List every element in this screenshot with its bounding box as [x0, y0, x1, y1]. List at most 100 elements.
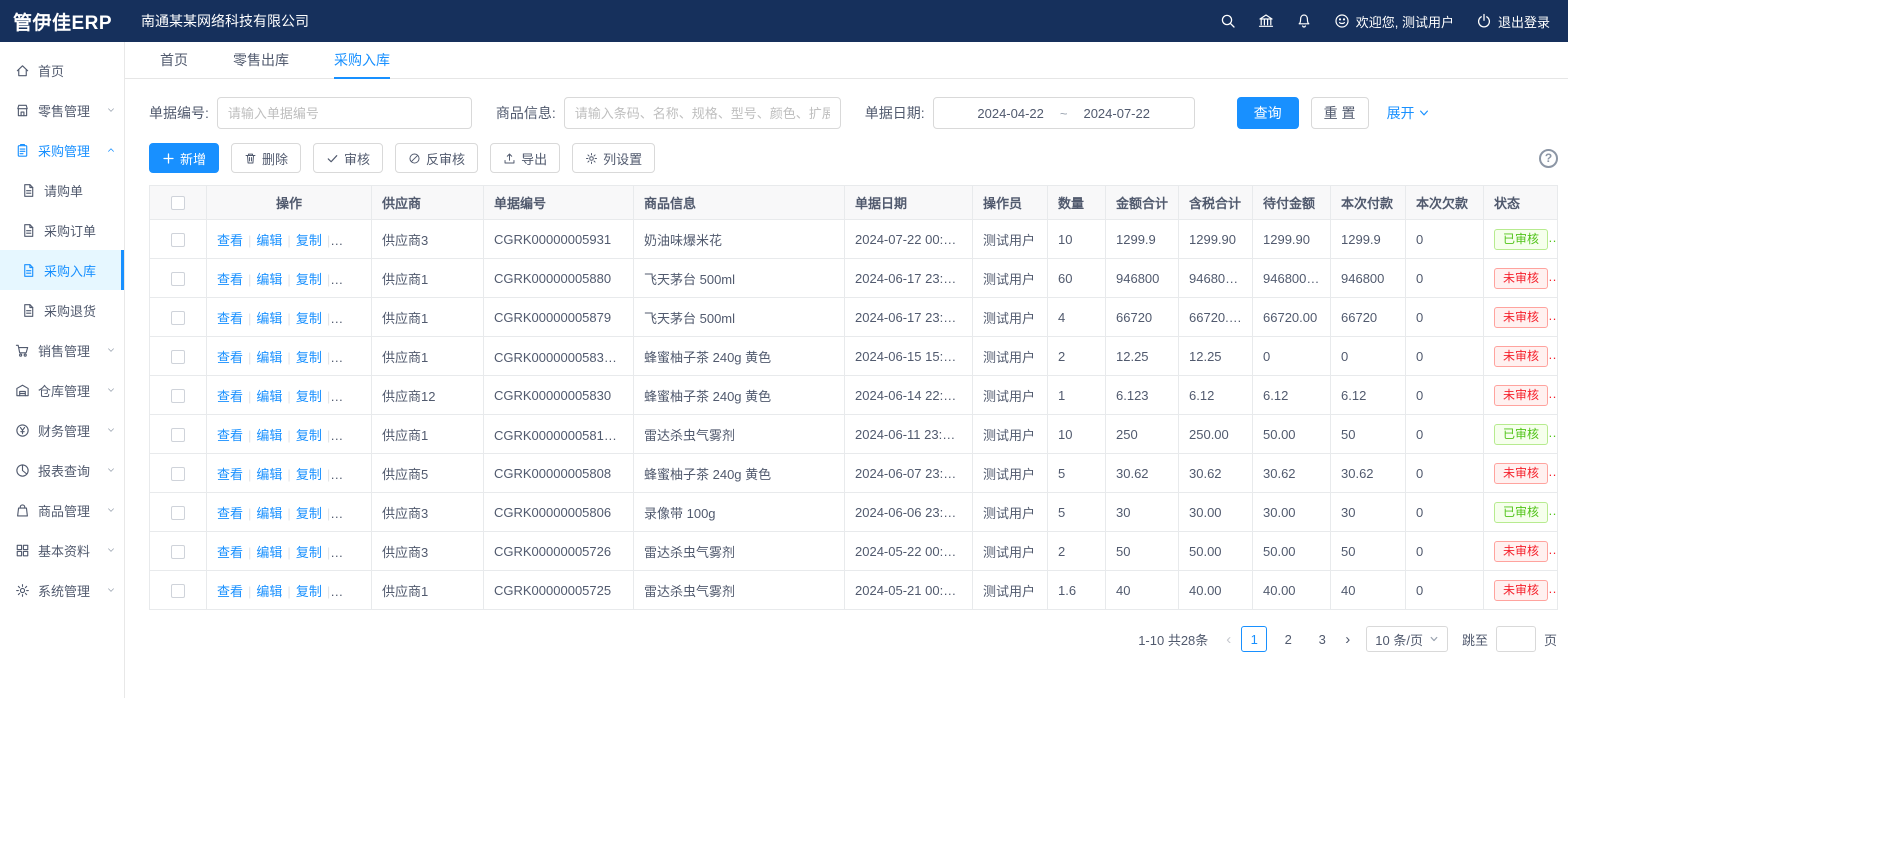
export-button[interactable]: 导出 [490, 143, 560, 173]
tab-home[interactable]: 首页 [160, 42, 188, 79]
search-button[interactable] [1220, 13, 1236, 29]
row-action-edit[interactable]: 编辑 [256, 311, 282, 326]
cell-supplier: 供应商1 [372, 298, 484, 337]
row-action-view[interactable]: 查看 [217, 545, 243, 560]
sidebar-item-purchase[interactable]: 采购管理 [0, 130, 124, 170]
row-checkbox[interactable] [171, 428, 185, 442]
row-checkbox[interactable] [171, 584, 185, 598]
row-select-cell [150, 376, 207, 415]
row-action-view[interactable]: 查看 [217, 467, 243, 482]
row-action-view[interactable]: 查看 [217, 233, 243, 248]
row-action-copy[interactable]: 复制 [296, 389, 322, 404]
row-action-edit[interactable]: 编辑 [256, 506, 282, 521]
help-icon[interactable]: ? [1539, 149, 1558, 168]
search-submit-button[interactable]: 查询 [1237, 97, 1299, 129]
page-size-select[interactable]: 10 条/页 [1366, 626, 1448, 652]
delete-button[interactable]: 删除 [231, 143, 301, 173]
tab-purchase-in[interactable]: 采购入库 [334, 42, 390, 79]
action-separator: | [248, 506, 251, 521]
sidebar-item-report[interactable]: 报表查询 [0, 450, 124, 490]
product-input[interactable] [564, 97, 841, 129]
sidebar-item-warehouse[interactable]: 仓库管理 [0, 370, 124, 410]
action-separator: | [327, 506, 330, 521]
cell-product: 奶油味爆米花 [634, 220, 845, 259]
cell-bill_no: CGRK00000005931 [484, 220, 634, 259]
sidebar-item-purchase-in[interactable]: 采购入库 [0, 250, 124, 290]
row-action-copy[interactable]: 复制 [296, 467, 322, 482]
row-action-view[interactable]: 查看 [217, 350, 243, 365]
prev-page-icon[interactable]: ‹ [1220, 631, 1237, 648]
row-action-edit[interactable]: 编辑 [256, 233, 282, 248]
row-checkbox[interactable] [171, 545, 185, 559]
sidebar-item-retail[interactable]: 零售管理 [0, 90, 124, 130]
row-action-view[interactable]: 查看 [217, 272, 243, 287]
audit-button[interactable]: 审核 [313, 143, 383, 173]
row-checkbox[interactable] [171, 506, 185, 520]
tab-retail-out[interactable]: 零售出库 [233, 42, 289, 79]
column-settings-button[interactable]: 列设置 [572, 143, 655, 173]
row-action-edit[interactable]: 编辑 [256, 389, 282, 404]
page-1[interactable]: 1 [1241, 626, 1267, 652]
next-page-icon[interactable]: › [1339, 631, 1356, 648]
row-action-edit[interactable]: 编辑 [256, 545, 282, 560]
row-action-view[interactable]: 查看 [217, 311, 243, 326]
cell-supplier: 供应商1 [372, 571, 484, 610]
platform-button[interactable] [1258, 13, 1274, 29]
date-range-picker[interactable]: 2024-04-22 ~ 2024-07-22 [933, 97, 1195, 129]
row-action-copy[interactable]: 复制 [296, 584, 322, 599]
row-action-view[interactable]: 查看 [217, 584, 243, 599]
row-action-copy[interactable]: 复制 [296, 545, 322, 560]
sidebar-item-label: 零售管理 [38, 101, 106, 120]
expand-filters-link[interactable]: 展开 [1387, 103, 1430, 123]
row-action-view[interactable]: 查看 [217, 389, 243, 404]
row-checkbox[interactable] [171, 233, 185, 247]
table-row: 查看|编辑|复制|删除供应商1CGRK00000005880飞天茅台 500ml… [150, 259, 1558, 298]
sidebar-item-purchase-request[interactable]: 请购单 [0, 170, 124, 210]
row-action-edit[interactable]: 编辑 [256, 272, 282, 287]
bill-no-label: 单据编号: [149, 103, 209, 123]
sidebar-item-system[interactable]: 系统管理 [0, 570, 124, 610]
cell-qty: 1.6 [1048, 571, 1106, 610]
page-3[interactable]: 3 [1309, 626, 1335, 652]
sidebar-item-goods[interactable]: 商品管理 [0, 490, 124, 530]
row-action-edit[interactable]: 编辑 [256, 467, 282, 482]
page-2[interactable]: 2 [1275, 626, 1301, 652]
row-action-edit[interactable]: 编辑 [256, 428, 282, 443]
sidebar-item-basic[interactable]: 基本资料 [0, 530, 124, 570]
row-action-view[interactable]: 查看 [217, 506, 243, 521]
row-action-copy[interactable]: 复制 [296, 428, 322, 443]
sidebar-item-finance[interactable]: 财务管理 [0, 410, 124, 450]
row-action-copy[interactable]: 复制 [296, 350, 322, 365]
row-checkbox[interactable] [171, 350, 185, 364]
cell-amount: 6.123 [1106, 376, 1179, 415]
sidebar-item-home[interactable]: 首页 [0, 50, 124, 90]
select-all-checkbox[interactable] [171, 196, 185, 210]
row-checkbox[interactable] [171, 272, 185, 286]
row-action-edit[interactable]: 编辑 [256, 350, 282, 365]
cell-operator: 测试用户 [973, 376, 1048, 415]
reset-button[interactable]: 重 置 [1311, 97, 1369, 129]
search-icon [1220, 13, 1236, 29]
row-action-edit[interactable]: 编辑 [256, 584, 282, 599]
sidebar-item-purchase-order[interactable]: 采购订单 [0, 210, 124, 250]
sidebar-item-sales[interactable]: 销售管理 [0, 330, 124, 370]
logout-button[interactable]: 退出登录 [1476, 12, 1550, 31]
clipboard-icon [15, 143, 30, 158]
row-action-copy[interactable]: 复制 [296, 506, 322, 521]
user-menu[interactable]: 欢迎您, 测试用户 [1334, 12, 1454, 31]
row-checkbox[interactable] [171, 311, 185, 325]
row-action-view[interactable]: 查看 [217, 428, 243, 443]
sidebar-item-purchase-return[interactable]: 采购退货 [0, 290, 124, 330]
bill-no-input[interactable] [217, 97, 472, 129]
row-action-copy[interactable]: 复制 [296, 233, 322, 248]
row-action-copy[interactable]: 复制 [296, 272, 322, 287]
row-checkbox[interactable] [171, 467, 185, 481]
action-separator: | [248, 311, 251, 326]
notifications-button[interactable] [1296, 13, 1312, 29]
unaudit-button[interactable]: 反审核 [395, 143, 478, 173]
row-checkbox[interactable] [171, 389, 185, 403]
cell-operator: 测试用户 [973, 571, 1048, 610]
jump-page-input[interactable] [1496, 626, 1536, 652]
add-button[interactable]: 新增 [149, 143, 219, 173]
row-action-copy[interactable]: 复制 [296, 311, 322, 326]
